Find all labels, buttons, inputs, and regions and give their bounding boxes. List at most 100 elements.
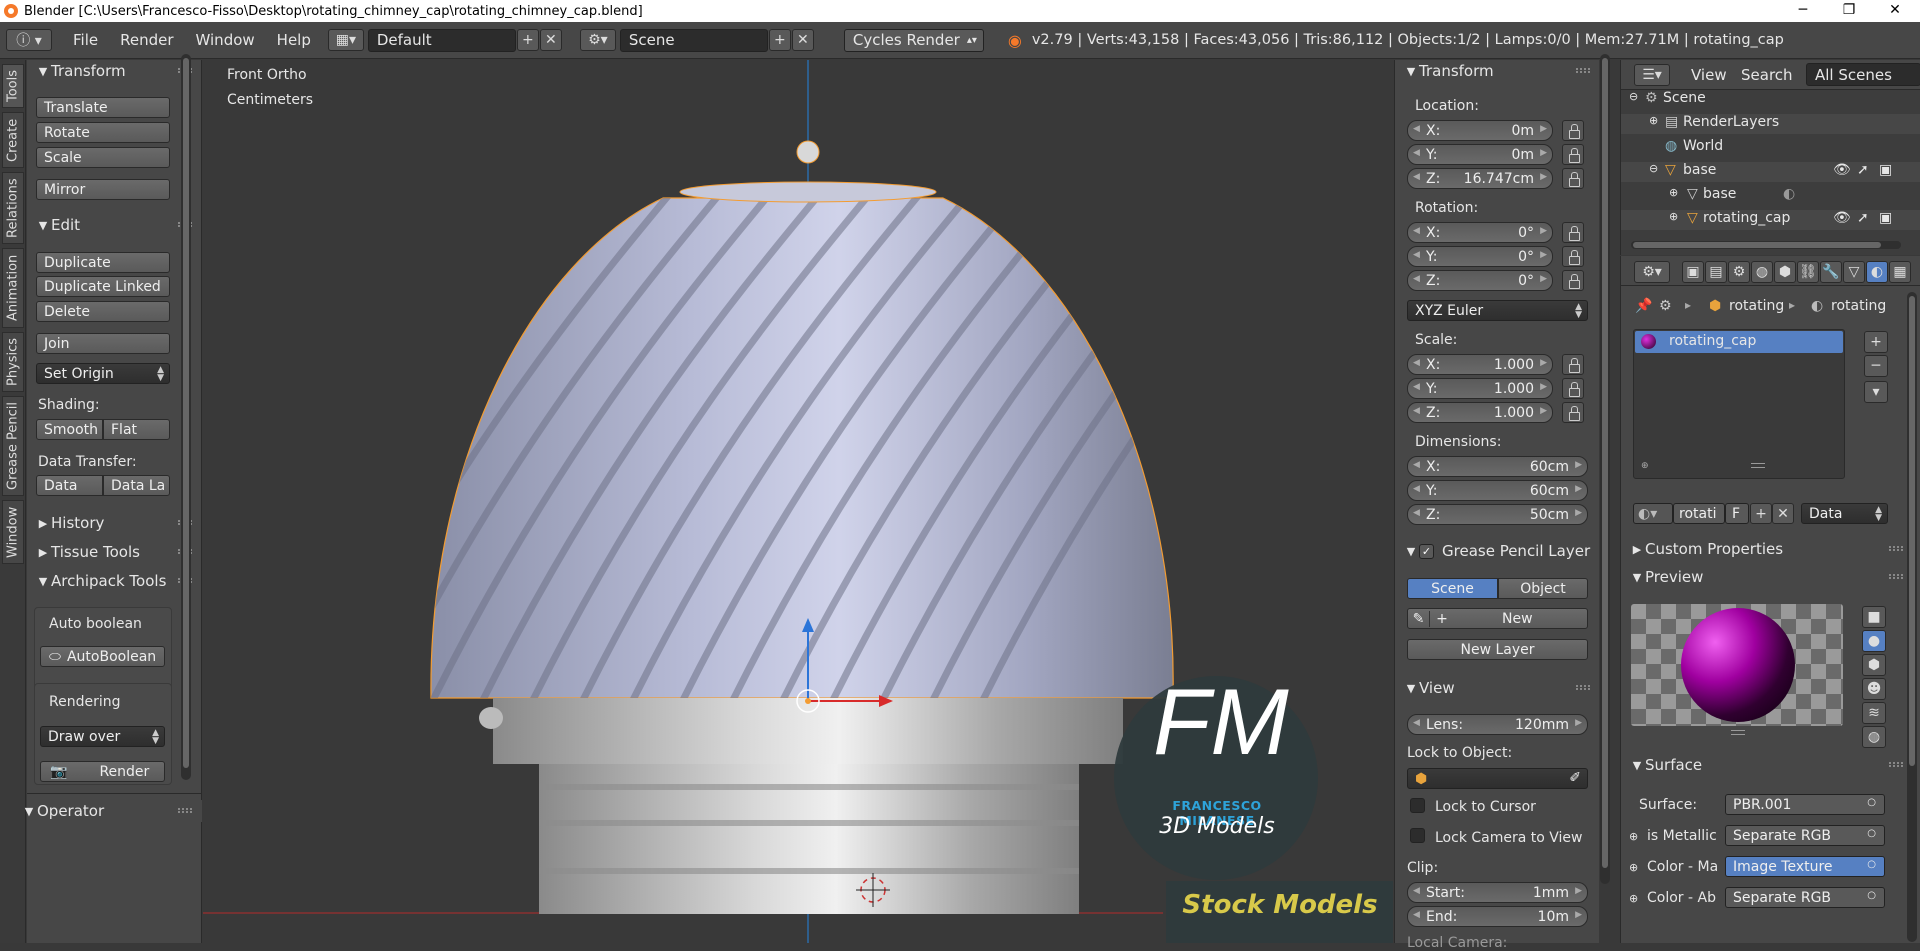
panel-operator-header[interactable]: ▼ Operator	[25, 800, 202, 822]
drag-grip-icon[interactable]	[1889, 546, 1903, 551]
lock-camera-checkbox[interactable]	[1410, 828, 1425, 843]
add-layout-icon[interactable]: +	[516, 29, 539, 51]
link-data-select[interactable]: Data ▲ ▼	[1801, 503, 1888, 524]
gp-object-button[interactable]: Object	[1498, 578, 1588, 599]
expand-icon[interactable]: ⊕	[1629, 830, 1638, 843]
tree-item-rotating-cap[interactable]: ⊕ ▽ rotating_cap 👁 ➚ ▣	[1621, 210, 1920, 230]
drag-grip-icon[interactable]	[178, 808, 192, 813]
lock-icon[interactable]	[1562, 402, 1584, 423]
tree-item-world[interactable]: ◍ World	[1621, 138, 1920, 158]
add-slot-icon[interactable]: +	[1864, 331, 1888, 353]
tab-relations[interactable]: Relations	[2, 172, 24, 244]
lock-icon[interactable]	[1562, 168, 1584, 189]
npanel-scrollbar[interactable]	[1600, 54, 1610, 884]
menu-file[interactable]: File	[62, 31, 109, 49]
slot-menu-icon[interactable]: ▾	[1864, 381, 1888, 403]
resize-grip-icon[interactable]	[1751, 463, 1765, 468]
scrollbar-thumb[interactable]	[183, 58, 189, 768]
render-button[interactable]: 📷 Render	[40, 761, 165, 782]
tree-item-base[interactable]: ⊖ ▽ base 👁 ➚ ▣	[1621, 162, 1920, 182]
scene-field[interactable]: Scene	[619, 28, 768, 52]
duplicate-button[interactable]: Duplicate	[36, 252, 170, 273]
panel-archipack-header[interactable]: ▼ Archipack Tools	[27, 570, 202, 592]
dimension-y-field[interactable]: ◀ Y: 60cm ▶	[1407, 480, 1588, 501]
panel-transform-header[interactable]: ▼ Transform	[1395, 60, 1600, 82]
outliner-hscrollbar[interactable]	[1631, 241, 1901, 249]
smooth-button[interactable]: Smooth	[36, 419, 103, 440]
lock-cursor-checkbox[interactable]	[1410, 798, 1425, 813]
rotate-button[interactable]: Rotate	[36, 122, 170, 143]
tab-animation[interactable]: Animation	[2, 248, 24, 328]
resize-grip-icon[interactable]	[1731, 730, 1745, 735]
3d-viewport[interactable]: Front Ortho Centimeters FM FRANCESCO MIL…	[203, 60, 1393, 943]
remove-layout-icon[interactable]: ✕	[539, 29, 562, 51]
texture-tab-icon[interactable]: ▦	[1889, 261, 1911, 283]
gp-new-button[interactable]: ✎ + New	[1407, 608, 1588, 629]
data-transfer-button[interactable]: Data	[36, 475, 103, 496]
tab-physics[interactable]: Physics	[2, 332, 24, 392]
display-mode-select[interactable]: All Scenes	[1806, 63, 1920, 86]
autoboolean-button[interactable]: ⬭ AutoBoolean	[40, 646, 165, 667]
rotation-x-field[interactable]: ◀ X: 0° ▶	[1407, 222, 1553, 243]
surface-node-select[interactable]: PBR.001 ○	[1725, 794, 1885, 815]
menu-help[interactable]: Help	[266, 31, 322, 49]
collapse-icon[interactable]: ⊖	[1629, 90, 1638, 103]
panel-preview-header[interactable]: ▼ Preview	[1621, 566, 1920, 588]
scene-tab-icon[interactable]: ⚙	[1728, 261, 1750, 283]
editor-type-outliner-icon[interactable]: ☰▾	[1634, 64, 1670, 86]
drag-grip-icon[interactable]	[1889, 762, 1903, 767]
preview-flat-icon[interactable]: ■	[1862, 606, 1886, 628]
lock-icon[interactable]	[1562, 378, 1584, 399]
panel-edit-header[interactable]: ▼ Edit	[27, 214, 202, 236]
material-browse-button[interactable]: ◐▾	[1633, 503, 1673, 524]
modifiers-tab-icon[interactable]: 🔧	[1820, 261, 1842, 283]
scale-z-field[interactable]: ◀ Z: 1.000 ▶	[1407, 402, 1553, 423]
material-slot-row[interactable]: rotating_cap	[1635, 331, 1843, 353]
menu-render[interactable]: Render	[109, 31, 184, 49]
preview-sphere-icon[interactable]: ●	[1862, 630, 1886, 652]
rotation-z-field[interactable]: ◀ Z: 0° ▶	[1407, 270, 1553, 291]
location-x-field[interactable]: ◀ X: 0m ▶	[1407, 120, 1553, 141]
lock-icon[interactable]	[1562, 120, 1584, 141]
editor-type-properties-icon[interactable]: ⚙▾	[1634, 261, 1670, 283]
material-tab-icon[interactable]: ◐	[1866, 261, 1888, 283]
lock-icon[interactable]	[1562, 144, 1584, 165]
object-tab-icon[interactable]: ⬢	[1774, 261, 1796, 283]
location-z-field[interactable]: ◀ Z: 16.747cm ▶	[1407, 168, 1553, 189]
scale-y-field[interactable]: ◀ Y: 1.000 ▶	[1407, 378, 1553, 399]
draw-over-select[interactable]: Draw over ▲ ▼	[40, 726, 165, 747]
lock-icon[interactable]	[1562, 354, 1584, 375]
new-material-icon[interactable]: +	[1750, 503, 1772, 524]
tab-grease-pencil[interactable]: Grease Pencil	[2, 396, 24, 496]
eye-icon[interactable]: 👁	[1833, 162, 1851, 178]
base-collar[interactable]	[493, 698, 1123, 764]
drag-grip-icon[interactable]	[1576, 685, 1590, 690]
drag-grip-icon[interactable]	[1889, 574, 1903, 579]
preview-hair-icon[interactable]: ≋	[1862, 702, 1886, 724]
remove-slot-icon[interactable]: ─	[1864, 355, 1888, 377]
tab-create[interactable]: Create	[2, 112, 24, 168]
select-arrow-icon[interactable]: ➚	[1857, 162, 1869, 178]
color-ab-node-select[interactable]: Separate RGB ○	[1725, 887, 1885, 908]
expand-icon[interactable]: ⊕	[1649, 114, 1658, 127]
constraints-tab-icon[interactable]: ⛓	[1797, 261, 1819, 283]
preview-monkey-icon[interactable]: ☻	[1862, 678, 1886, 700]
scrollbar-thumb[interactable]	[1909, 296, 1915, 766]
properties-scrollbar[interactable]	[1907, 292, 1917, 942]
menu-window[interactable]: Window	[185, 31, 266, 49]
camera-render-icon[interactable]: ▣	[1879, 162, 1892, 178]
metallic-node-select[interactable]: Separate RGB ○	[1725, 825, 1885, 846]
scale-button[interactable]: Scale	[36, 147, 170, 168]
flat-button[interactable]: Flat	[103, 419, 170, 440]
expand-icon[interactable]: ⊕	[1629, 892, 1638, 905]
drag-grip-icon[interactable]	[1576, 68, 1590, 73]
join-button[interactable]: Join	[36, 333, 170, 354]
filter-icon[interactable]: ⊕	[1641, 461, 1649, 471]
toolshelf-scrollbar[interactable]	[181, 54, 191, 780]
tab-window[interactable]: Window	[2, 500, 24, 564]
select-arrow-icon[interactable]: ➚	[1857, 210, 1869, 226]
renderlayers-tab-icon[interactable]: ▤	[1705, 261, 1727, 283]
minimize-button[interactable]: ─	[1780, 0, 1826, 22]
unlink-material-icon[interactable]: ✕	[1772, 503, 1794, 524]
render-tab-icon[interactable]: ▣	[1682, 261, 1704, 283]
